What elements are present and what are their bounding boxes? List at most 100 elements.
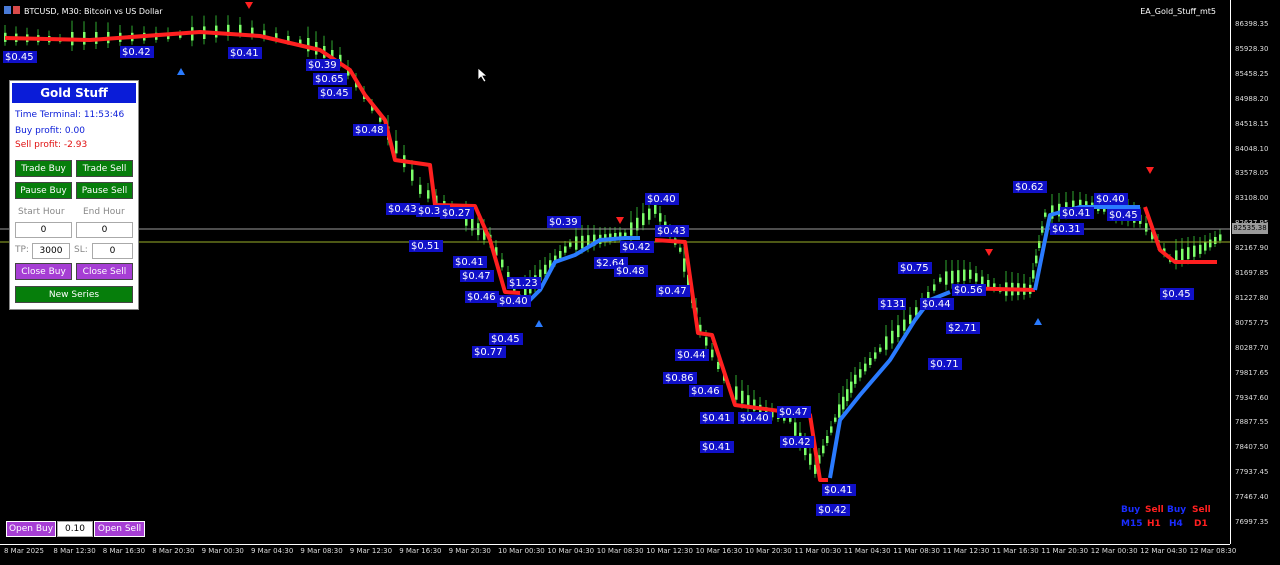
tp-input[interactable]: 3000: [32, 243, 70, 259]
candle-body: [569, 242, 572, 247]
buy-arrow-icon: [177, 68, 185, 75]
time-tick: 10 Mar 00:30: [498, 547, 545, 555]
profit-label: $0.43: [657, 226, 686, 237]
candle-body: [741, 390, 744, 404]
buy-arrow-icon: [1034, 318, 1042, 325]
trade-sell-button[interactable]: Trade Sell: [76, 160, 133, 177]
candle-body: [1187, 247, 1190, 260]
profit-label: $0.42: [622, 242, 651, 253]
candle-body: [903, 319, 906, 331]
profit-label: $0.43: [388, 204, 417, 215]
profit-label: $0.77: [474, 347, 503, 358]
tf-signal-d1: Sell: [1192, 505, 1211, 515]
tf-signal-m15: Buy: [1121, 505, 1141, 515]
profit-label: $2.71: [948, 323, 977, 334]
candle-body: [654, 204, 657, 214]
buy-arrow-icon: [535, 320, 543, 327]
open-sell-button[interactable]: Open Sell: [94, 521, 145, 537]
profit-label: $0.48: [616, 266, 645, 277]
open-buy-button[interactable]: Open Buy: [6, 521, 56, 537]
profit-label: $0.27: [442, 208, 471, 219]
trade-buy-button[interactable]: Trade Buy: [15, 160, 72, 177]
candle-body: [963, 269, 966, 281]
candle-body: [648, 208, 651, 220]
price-axis[interactable]: 86398.35 85928.30 85458.25 84988.20 84518.15…: [1230, 0, 1280, 544]
end-hour-label: End Hour: [83, 207, 125, 217]
tf-label-d1: D1: [1194, 519, 1208, 529]
profit-label: $0.62: [1015, 182, 1044, 193]
candle-body: [987, 280, 990, 287]
pause-sell-button[interactable]: Pause Sell: [76, 182, 133, 199]
price-tick: 83108.00: [1235, 194, 1269, 203]
price-tick: 85928.30: [1235, 44, 1269, 53]
profit-label: $0.56: [954, 285, 983, 296]
profit-label: $0.40: [647, 194, 676, 205]
sl-input[interactable]: 0: [92, 243, 133, 259]
time-tick: 8 Mar 16:30: [102, 547, 146, 555]
sell-arrow-icon: [245, 2, 253, 9]
price-tick: 77467.40: [1235, 493, 1269, 502]
close-buy-button[interactable]: Close Buy: [15, 263, 72, 280]
candle-body: [951, 270, 954, 284]
profit-label: $0.46: [467, 292, 496, 303]
price-tick: 84518.15: [1235, 119, 1269, 128]
tf-signal-h4: Buy: [1167, 505, 1187, 515]
price-tick: 80287.70: [1235, 343, 1269, 352]
candle-body: [927, 292, 930, 299]
candle-body: [850, 381, 853, 393]
profit-label: $0.45: [320, 88, 349, 99]
time-axis[interactable]: 8 Mar 2025 8 Mar 12:30 8 Mar 16:30 8 Mar 20…: [0, 544, 1236, 565]
price-tick: 79817.65: [1235, 368, 1269, 377]
candle-body: [711, 349, 714, 358]
profit-label: $0.42: [818, 505, 847, 516]
new-series-button[interactable]: New Series: [15, 286, 133, 303]
candle-body: [874, 352, 877, 359]
candle-body: [1035, 255, 1038, 264]
candle-body: [411, 169, 414, 181]
tf-label-h1: H1: [1147, 519, 1161, 529]
lot-size-input[interactable]: 0.10: [57, 521, 93, 537]
time-tick: 10 Mar 16:30: [695, 547, 743, 555]
profit-label: $0.42: [782, 437, 811, 448]
profit-label: $0.86: [665, 373, 694, 384]
time-tick: 9 Mar 12:30: [349, 547, 393, 555]
candle-body: [1145, 223, 1148, 232]
price-tick: 81697.85: [1235, 269, 1269, 277]
price-tick: 76997.35: [1235, 518, 1269, 526]
close-sell-button[interactable]: Close Sell: [76, 263, 133, 280]
time-tick: 9 Mar 08:30: [300, 547, 343, 555]
candle-body: [501, 259, 504, 268]
gold-stuff-panel: Gold Stuff Time Terminal: 11:53:46 Buy p…: [9, 80, 139, 310]
price-tick: 86398.35: [1235, 20, 1269, 28]
candle-body: [891, 330, 894, 344]
candle-body: [834, 417, 837, 422]
candle-body: [1044, 212, 1047, 217]
profit-label: $0.46: [691, 386, 720, 397]
price-tick: 80757.75: [1235, 318, 1269, 327]
candle-body: [735, 386, 738, 400]
time-tick: 12 Mar 04:30: [1140, 547, 1187, 555]
end-hour-input[interactable]: 0: [76, 222, 133, 238]
buy-trend-line: [828, 290, 951, 479]
candle-body: [789, 417, 792, 422]
time-tick: 10 Mar 20:30: [745, 547, 792, 555]
time-tick: 9 Mar 16:30: [399, 547, 442, 555]
sell-arrow-icon: [985, 249, 993, 256]
candle-body: [869, 358, 872, 365]
pause-buy-button[interactable]: Pause Buy: [15, 182, 72, 199]
time-tick: 11 Mar 20:30: [1041, 547, 1089, 555]
candle-body: [826, 436, 829, 443]
price-chart[interactable]: $0.45 $0.42 $0.41 $0.39 $0.65 $0.45 $0.48 $0.43…: [0, 0, 1230, 544]
candle-body: [864, 363, 867, 372]
candle-body: [846, 389, 849, 402]
profit-label: $0.75: [900, 263, 929, 274]
candle-body: [809, 453, 812, 465]
tf-signal-h1: Sell: [1145, 505, 1164, 515]
start-hour-input[interactable]: 0: [15, 222, 72, 238]
candle-body: [969, 269, 972, 279]
profit-label: $0.41: [702, 413, 731, 424]
profit-label: $0.44: [922, 299, 951, 310]
candle-body: [939, 277, 942, 282]
time-tick: 10 Mar 12:30: [646, 547, 693, 555]
candle-body: [239, 24, 242, 34]
